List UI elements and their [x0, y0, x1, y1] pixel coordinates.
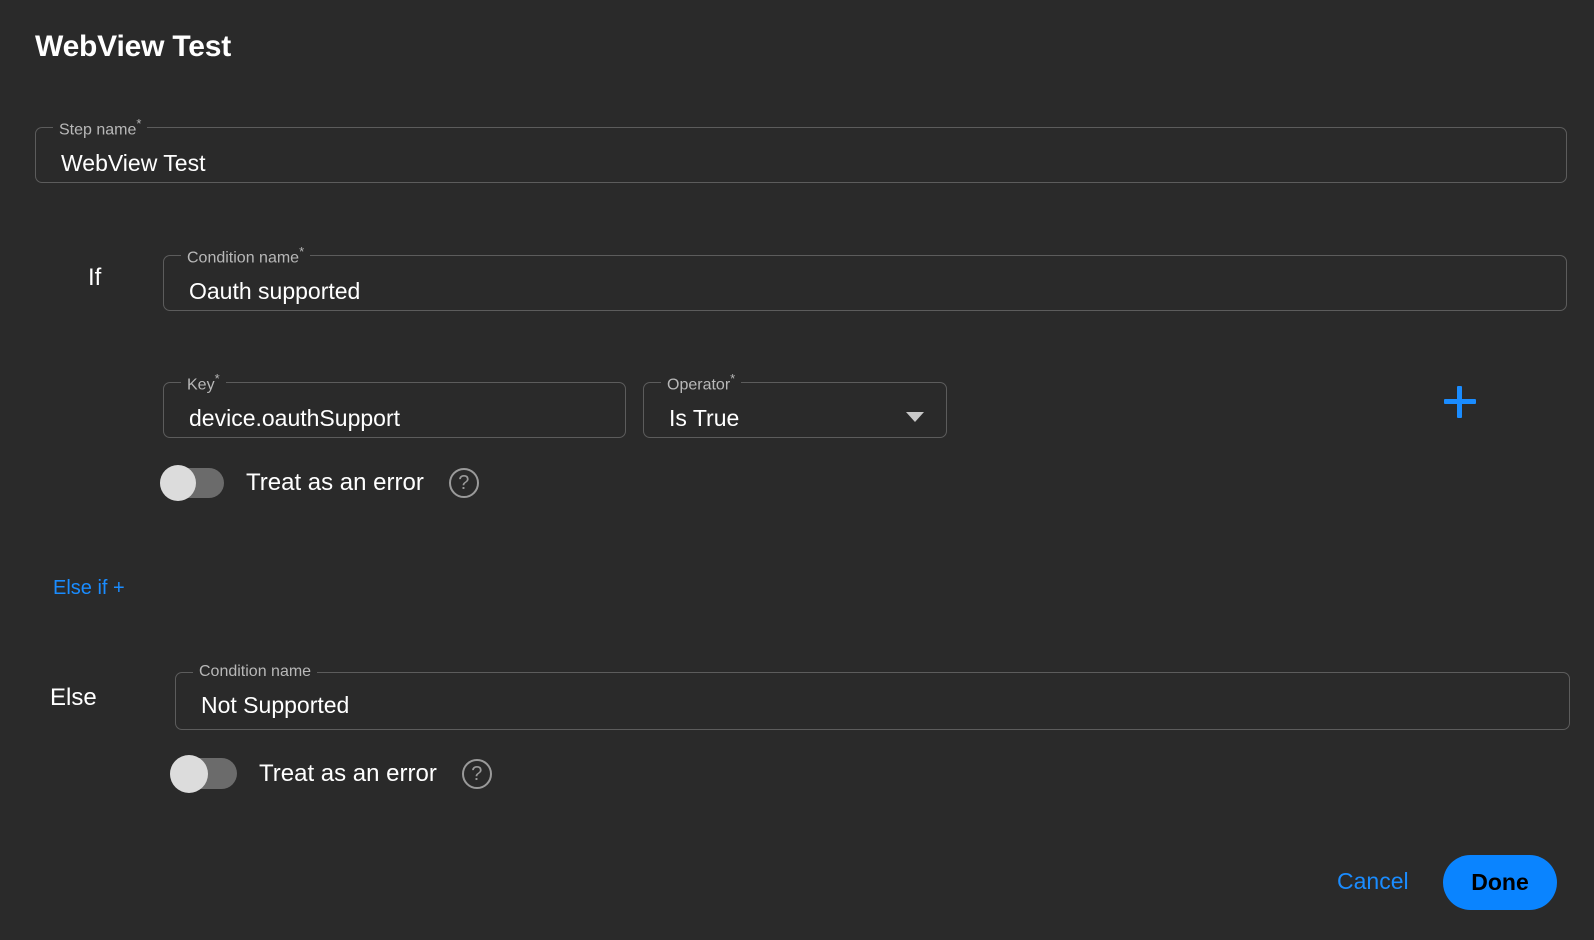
if-key-value: device.oauthSupport: [189, 405, 400, 432]
if-keyword-label: If: [88, 264, 102, 291]
else-condition-name-label: Condition name: [193, 664, 317, 680]
if-condition-name-label-text: Condition name: [187, 249, 300, 267]
if-condition-name-value: Oauth supported: [189, 278, 361, 305]
if-condition-name-input[interactable]: Condition name* Oauth supported: [163, 245, 1567, 311]
step-name-value: WebView Test: [61, 150, 206, 177]
if-operator-label-text: Operator: [667, 376, 731, 394]
question-mark-icon[interactable]: ?: [448, 468, 479, 498]
step-name-label-text: Step name: [59, 121, 137, 139]
if-key-label-text: Key: [187, 376, 215, 394]
page-title: WebView Test: [35, 30, 231, 63]
required-marker: *: [730, 371, 736, 386]
toggle-knob: [170, 754, 208, 793]
else-treat-as-error-label: Treat as an error: [259, 759, 437, 787]
if-operator-value: Is True: [669, 405, 740, 432]
required-marker: *: [299, 244, 305, 259]
cancel-button[interactable]: Cancel: [1337, 868, 1409, 895]
else-keyword-label: Else: [50, 684, 97, 711]
else-treat-as-error-row: Treat as an error ?: [170, 754, 492, 793]
required-marker: *: [214, 371, 220, 386]
if-key-input[interactable]: Key* device.oauthSupport: [163, 372, 626, 438]
else-treat-as-error-toggle[interactable]: [170, 754, 237, 793]
else-condition-name-input[interactable]: Condition name Not Supported: [175, 664, 1570, 730]
if-condition-name-label: Condition name*: [181, 245, 310, 266]
if-treat-as-error-row: Treat as an error ?: [160, 465, 479, 501]
else-if-add-link[interactable]: Else if +: [53, 577, 125, 600]
else-condition-name-value: Not Supported: [201, 692, 350, 718]
chevron-down-icon[interactable]: [906, 412, 924, 423]
toggle-knob: [160, 465, 196, 501]
if-treat-as-error-label: Treat as an error: [246, 469, 424, 496]
if-operator-label: Operator*: [661, 372, 741, 393]
question-mark-icon[interactable]: ?: [461, 758, 492, 789]
required-marker: *: [136, 116, 142, 131]
step-name-label: Step name*: [53, 117, 147, 138]
if-operator-select[interactable]: Operator* Is True: [643, 372, 947, 438]
add-condition-plus-icon[interactable]: [1444, 386, 1476, 418]
if-treat-as-error-toggle[interactable]: [160, 465, 224, 501]
done-button[interactable]: Done: [1443, 855, 1557, 910]
step-name-input[interactable]: Step name* WebView Test: [35, 117, 1567, 183]
else-condition-name-label-text: Condition name: [199, 663, 312, 680]
if-key-label: Key*: [181, 372, 226, 393]
